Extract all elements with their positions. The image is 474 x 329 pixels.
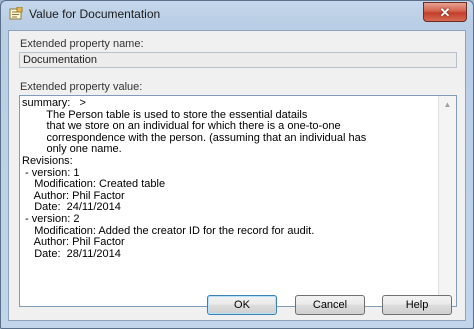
value-line: only one name. (22, 143, 122, 156)
ok-button[interactable]: OK (207, 295, 277, 315)
value-line: Date: 24/11/2014 (22, 201, 121, 214)
property-value-textarea[interactable]: summary: > The Person table is used to s… (19, 95, 457, 307)
dialog-window: Value for Documentation ✕ Extended prope… (0, 0, 474, 329)
property-name-field[interactable]: Documentation (19, 52, 457, 68)
value-line: Author: Phil Factor (22, 236, 125, 249)
dialog-client-area: Extended property name: Documentation Ex… (8, 30, 466, 321)
title-bar[interactable]: Value for Documentation ✕ (1, 1, 473, 27)
scroll-up-icon[interactable]: ▲ (439, 96, 456, 113)
window-title: Value for Documentation (29, 7, 161, 21)
value-line: summary: > (22, 97, 86, 109)
help-button[interactable]: Help (382, 295, 452, 315)
value-line: - version: 2 (22, 212, 80, 225)
vertical-scrollbar[interactable]: ▲ ▼ (438, 96, 456, 306)
value-line: Revisions: (22, 154, 73, 167)
property-value-text: summary: > The Person table is used to s… (22, 97, 438, 260)
close-button[interactable]: ✕ (423, 2, 467, 22)
cancel-button[interactable]: Cancel (295, 295, 365, 315)
property-name-label: Extended property name: (20, 38, 144, 50)
property-value-label: Extended property value: (20, 81, 143, 93)
close-icon: ✕ (439, 4, 451, 20)
properties-icon (9, 7, 23, 20)
value-line: Modification: Created table (22, 178, 166, 191)
value-line: Date: 28/11/2014 (22, 247, 121, 260)
